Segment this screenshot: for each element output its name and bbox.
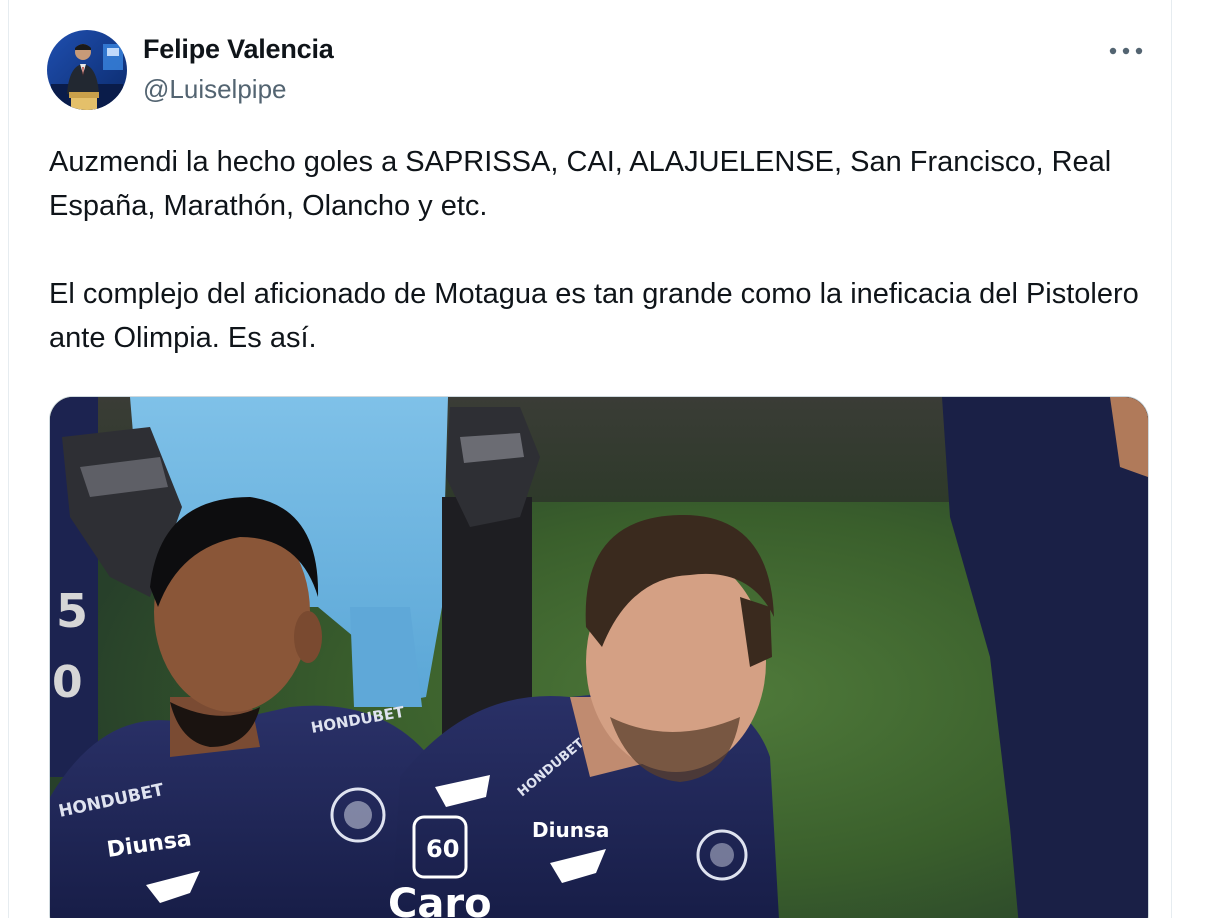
- tweet-paragraph: El complejo del aficionado de Motagua es…: [49, 278, 1139, 354]
- page: Felipe Valencia @Luiselpipe Auzmendi la …: [0, 0, 1224, 918]
- author-handle[interactable]: @Luiselpipe: [143, 74, 286, 105]
- avatar-image: [47, 30, 127, 110]
- more-options-button[interactable]: [1103, 34, 1149, 68]
- avatar[interactable]: [47, 30, 127, 110]
- partial-number: 5: [56, 584, 88, 638]
- jersey-text-partial: Caro: [388, 881, 492, 918]
- tweet-photo[interactable]: 5 0 HONDUBET HONDUBET Diunsa 60 Caro Diu…: [49, 396, 1149, 918]
- tweet-paragraph: Auzmendi la hecho goles a SAPRISSA, CAI,…: [49, 146, 1112, 222]
- tweet-card: Felipe Valencia @Luiselpipe Auzmendi la …: [8, 0, 1172, 918]
- tweet-text: Auzmendi la hecho goles a SAPRISSA, CAI,…: [49, 140, 1149, 360]
- badge-number: 60: [426, 835, 459, 863]
- scrollbar[interactable]: [1208, 0, 1222, 918]
- football-players-photo: 5 0 HONDUBET HONDUBET Diunsa 60 Caro Diu…: [50, 397, 1148, 918]
- more-horizontal-icon: [1109, 47, 1143, 55]
- partial-number-2: 0: [52, 657, 83, 708]
- jersey-text-diunsa-right: Diunsa: [532, 818, 609, 842]
- author-name[interactable]: Felipe Valencia: [143, 34, 334, 65]
